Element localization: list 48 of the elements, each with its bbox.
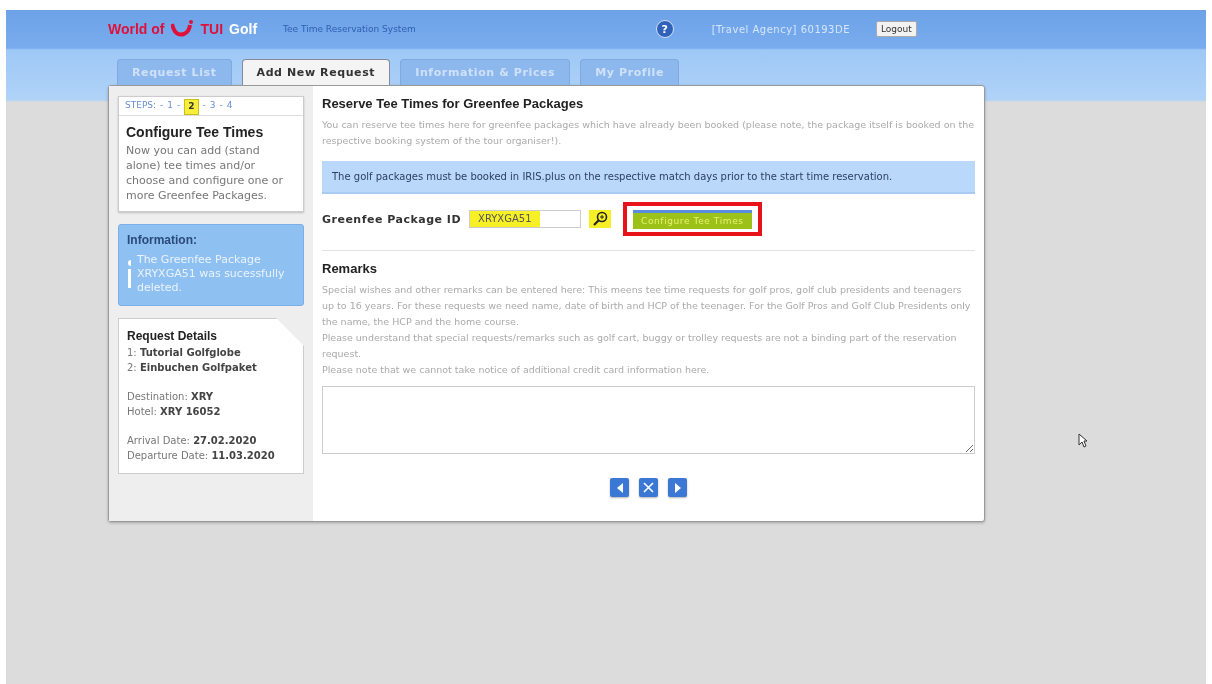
- close-icon: [643, 482, 654, 493]
- step-number[interactable]: 1: [167, 99, 174, 111]
- info-title: Information:: [127, 233, 198, 247]
- help-button[interactable]: ?: [655, 20, 674, 38]
- logo-text: TUI: [200, 21, 224, 37]
- step-separator: -: [202, 99, 206, 111]
- intro-text: You can reserve tee times here for greenfee packages which have already been booked (please note, the package itself is booked on the respective booking system of the tour organiser!).: [322, 118, 975, 148]
- remarks-text: Special wishes and other remarks can be entered here: This meens tee time requests for golf pros, golf club presidents and teenagers up to 16 years. For these requests we need name, date of birth and HCP of the teenager. For the Golf Pros and Golf Club Presidents only the name, the HCP and the home course.: [322, 283, 972, 329]
- cancel-button[interactable]: [639, 478, 658, 497]
- step-number[interactable]: 3: [209, 99, 216, 111]
- logo-text: Golf: [229, 21, 258, 37]
- step-number[interactable]: 2: [184, 99, 199, 115]
- step-separator: -: [160, 99, 164, 111]
- detail-line: Hotel: XRY 16052: [127, 405, 222, 419]
- detail-line: 2: Einbuchen Golfpaket: [127, 361, 258, 375]
- remarks-field[interactable]: [322, 386, 975, 454]
- package-id-field[interactable]: XRYXGA51: [469, 210, 582, 228]
- back-button[interactable]: [610, 478, 629, 497]
- details-title: Request Details: [127, 329, 219, 343]
- info-icon: [127, 260, 131, 288]
- steps-label: STEPS:: [125, 99, 157, 111]
- tab[interactable]: Add New Request: [241, 59, 391, 85]
- logo-icon: [170, 20, 195, 38]
- next-arrow-icon: [673, 482, 682, 493]
- detail-line: Arrival Date: 27.02.2020: [127, 434, 258, 448]
- remarks-text: Please note that we cannot take notice of additional credit card information here.: [322, 363, 711, 377]
- search-button[interactable]: [589, 210, 612, 228]
- step-number[interactable]: 4: [226, 99, 233, 111]
- section-title: Remarks: [322, 261, 378, 276]
- step-title: Configure Tee Times: [125, 123, 265, 142]
- user-label: [Travel Agency] 60193DE: [711, 23, 850, 35]
- detail-line: Destination: XRY: [127, 390, 215, 404]
- step-separator: -: [177, 99, 181, 111]
- step-description: Now you can add (stand alone) tee times and/or choose and configure one or more Greenfee Packages.: [125, 143, 285, 203]
- step-separator: -: [219, 99, 223, 111]
- next-button[interactable]: [668, 478, 687, 497]
- logout-button[interactable]: Logout: [876, 21, 917, 37]
- info-message: The Greenfee Package XRYXGA51 was sucessfully deleted.: [136, 253, 286, 295]
- notice-bar: The golf packages must be booked in IRIS.plus on the respective match days prior to the start time reservation.: [322, 161, 975, 194]
- back-arrow-icon: [615, 482, 624, 493]
- field-label: Greenfee Package ID: [322, 212, 462, 226]
- remarks-text: Please understand that special requests/remarks such as golf cart, buggy or trolley requests are not a binding part of the reservation request.: [322, 331, 958, 361]
- section-title: Reserve Tee Times for Greenfee Packages: [322, 96, 585, 111]
- logo-text: World of: [108, 21, 165, 37]
- detail-line: Departure Date: 11.03.2020: [127, 449, 276, 463]
- cursor-icon: [1078, 433, 1088, 448]
- app-subtitle: Tee Time Reservation System: [283, 24, 416, 34]
- detail-line: 1: Tutorial Golfglobe: [127, 346, 242, 360]
